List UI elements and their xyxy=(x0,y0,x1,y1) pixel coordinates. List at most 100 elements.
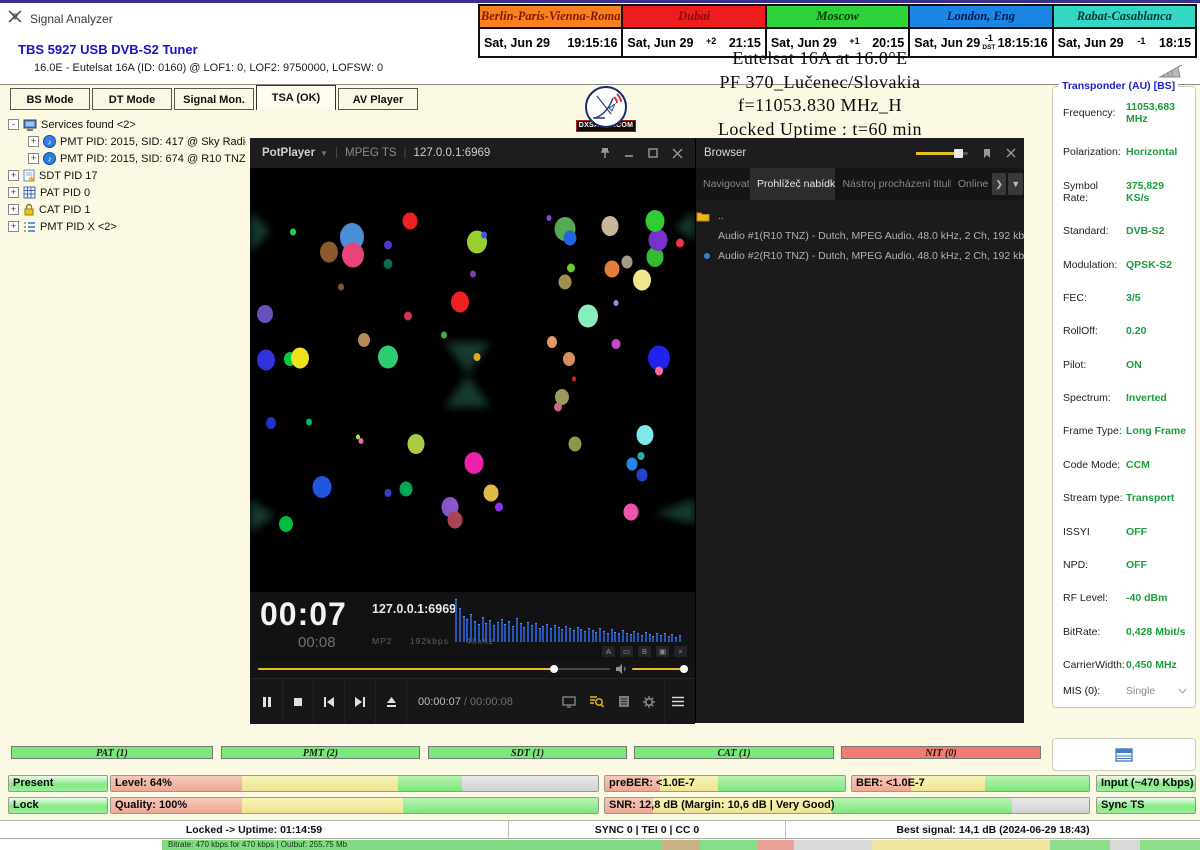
window-title: Signal Analyzer xyxy=(30,12,113,26)
status-best-signal: Best signal: 14,1 dB (2024-06-29 18:43) xyxy=(786,821,1200,838)
browser-titlebar[interactable]: Browser xyxy=(696,138,1024,168)
mis-dropdown[interactable]: Single xyxy=(1126,685,1178,697)
transponder-row-value: Inverted xyxy=(1126,392,1167,404)
transponder-row-value: 11053,683 MHz xyxy=(1126,101,1187,125)
strip-segment xyxy=(700,840,758,850)
speaker-icon[interactable] xyxy=(616,664,627,674)
settings-gear-icon[interactable] xyxy=(636,679,662,724)
tab-bs-mode[interactable]: BS Mode xyxy=(10,88,90,110)
transponder-row: Standard:DVB-S2 xyxy=(1063,225,1187,237)
player-mini-icon-4[interactable]: × xyxy=(674,646,687,657)
tab-dt-mode[interactable]: DT Mode xyxy=(92,88,172,110)
close-icon[interactable] xyxy=(672,147,683,159)
tree-item[interactable]: +PAT PID 0 xyxy=(8,184,246,201)
expander-icon[interactable]: + xyxy=(8,187,19,198)
video-dot xyxy=(403,213,418,230)
spectrum-bar xyxy=(607,633,609,642)
tree-item-label: PMT PID X <2> xyxy=(40,221,117,233)
expander-icon[interactable]: + xyxy=(28,136,39,147)
video-dot xyxy=(473,353,480,361)
pin-icon[interactable] xyxy=(600,147,610,159)
spectrum-bar xyxy=(455,599,457,642)
video-dot xyxy=(611,339,620,349)
tab-av-player[interactable]: AV Player xyxy=(338,88,418,110)
tree-item[interactable]: +♪PMT PID: 2015, SID: 674 @ R10 TNZ (BP-… xyxy=(8,150,246,167)
video-dot xyxy=(547,215,552,221)
position-current: 00:00:07 xyxy=(418,696,461,708)
spectrum-bar xyxy=(592,630,594,642)
transponder-row-label: ISSYI xyxy=(1063,526,1126,538)
clock-hms: 18:15 xyxy=(1159,36,1191,50)
tree-item[interactable]: -Services found <2> xyxy=(8,116,246,133)
clock-city-label: Berlin-Paris-Vienna-Roma xyxy=(480,6,621,29)
tab-scroll-right-icon[interactable]: ❯ xyxy=(992,173,1007,195)
spectrum-bar xyxy=(577,627,579,642)
total-time: 00:08 xyxy=(298,634,336,651)
video-area[interactable] xyxy=(250,168,695,592)
expander-icon[interactable]: - xyxy=(8,119,19,130)
player-mini-icon-1[interactable]: ▭ xyxy=(620,646,633,657)
video-dot xyxy=(567,264,575,273)
browser-tab-online[interactable]: Online xyxy=(951,168,991,200)
transponder-row: ISSYIOFF xyxy=(1063,526,1187,538)
transponder-row-label: CarrierWidth: xyxy=(1063,659,1126,671)
expander-icon[interactable]: + xyxy=(8,170,19,181)
antenna-tray-icon[interactable] xyxy=(1158,63,1184,81)
audio-track-item[interactable]: Audio #2(R10 TNZ) - Dutch, MPEG Audio, 4… xyxy=(696,246,1024,266)
seek-handle[interactable] xyxy=(550,665,558,673)
player-mini-icon-2[interactable]: B xyxy=(638,646,651,657)
expander-icon[interactable]: + xyxy=(8,204,19,215)
transponder-panel: Transponder (AU) [BS] Frequency:11053,68… xyxy=(1052,86,1196,708)
eject-button[interactable] xyxy=(376,679,407,724)
stop-button[interactable] xyxy=(283,679,314,724)
pin-icon[interactable] xyxy=(982,148,992,159)
playlist-icon[interactable] xyxy=(611,679,637,724)
volume-handle[interactable] xyxy=(680,665,688,673)
menu-icon[interactable] xyxy=(664,679,691,724)
seek-bar[interactable] xyxy=(258,668,554,670)
previous-button[interactable] xyxy=(314,679,345,724)
browser-tab-prohl-e-nab-dky[interactable]: Prohlížeč nabídky xyxy=(750,168,835,200)
transponder-row-value: 0.20 xyxy=(1126,325,1146,337)
close-icon[interactable] xyxy=(1006,148,1016,158)
seek-bar-rest[interactable] xyxy=(554,668,610,670)
browser-tab-navigovat[interactable]: Navigovat xyxy=(696,168,750,200)
potplayer-menu[interactable]: PotPlayer xyxy=(250,147,315,159)
tree-item[interactable]: + PMT PID X <2> xyxy=(8,218,246,235)
video-dot xyxy=(356,434,360,439)
clock-city-label: London, Eng xyxy=(910,6,1051,29)
browser-tab-n-stroj-proch-zen-titulk-[interactable]: Nástroj procházení titulků xyxy=(835,168,950,200)
video-dot xyxy=(563,230,576,245)
minimize-icon[interactable] xyxy=(624,147,634,159)
opacity-slider[interactable] xyxy=(916,152,968,155)
parent-folder-row[interactable]: .. xyxy=(696,206,1024,226)
player-mini-icon-0[interactable]: A xyxy=(602,646,615,657)
transponder-row-label: BitRate: xyxy=(1063,626,1126,638)
tab-tsa-ok-[interactable]: TSA (OK) xyxy=(256,85,336,110)
tree-item[interactable]: +SDT PID 17 xyxy=(8,167,246,184)
maximize-icon[interactable] xyxy=(648,147,658,159)
pause-button[interactable] xyxy=(252,679,283,724)
next-button[interactable] xyxy=(345,679,376,724)
tree-item[interactable]: +♪PMT PID: 2015, SID: 417 @ Sky Radio TN… xyxy=(8,133,246,150)
input-indicator: Input (~470 Kbps) xyxy=(1096,775,1196,792)
audio-track-item[interactable]: Audio #1(R10 TNZ) - Dutch, MPEG Audio, 4… xyxy=(696,226,1024,246)
clock-date: Sat, Jun 29 xyxy=(484,36,550,50)
clock-date: Sat, Jun 29 xyxy=(1058,36,1124,50)
tree-item[interactable]: +CAT PID 1 xyxy=(8,201,246,218)
browser-search-icon[interactable] xyxy=(583,679,609,724)
tab-signal-mon-[interactable]: Signal Mon. xyxy=(174,88,254,110)
volume-slider[interactable] xyxy=(632,668,684,670)
potplayer-titlebar[interactable]: PotPlayer ▼ | MPEG TS | 127.0.0.1:6969 xyxy=(250,138,695,168)
tab-dropdown-icon[interactable]: ▼ xyxy=(1008,173,1023,195)
playing-indicator xyxy=(696,250,718,262)
display-device-icon[interactable] xyxy=(556,679,582,724)
chevron-down-icon[interactable]: ▼ xyxy=(320,149,328,158)
expander-icon[interactable]: + xyxy=(28,153,39,164)
expander-icon[interactable]: + xyxy=(8,221,19,232)
transponder-row-value: Horizontal xyxy=(1126,146,1177,158)
transponder-row: Spectrum:Inverted xyxy=(1063,392,1187,404)
transponder-list-button[interactable] xyxy=(1052,738,1196,771)
chevron-down-icon[interactable] xyxy=(1178,688,1187,694)
player-mini-icon-3[interactable]: ▣ xyxy=(656,646,669,657)
